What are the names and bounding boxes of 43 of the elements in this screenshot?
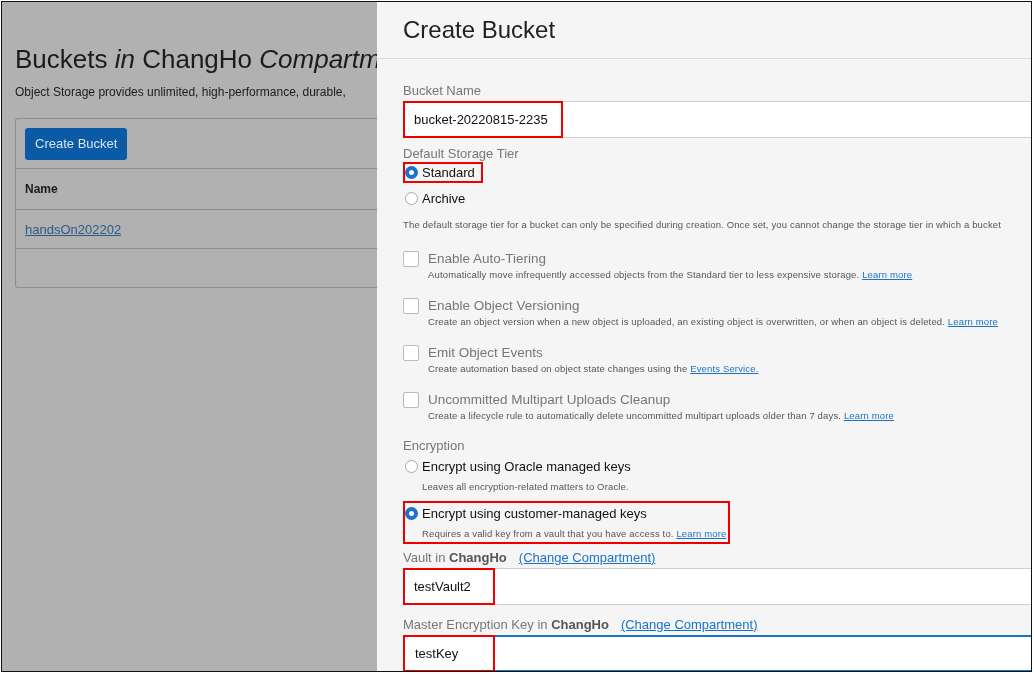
radio-icon — [405, 460, 418, 473]
checkbox-label: Emit Object Events — [428, 344, 544, 362]
radio-icon — [405, 507, 418, 520]
field-label: Master Encryption Key in ChangHo — [403, 617, 609, 632]
learn-more-link[interactable]: Learn more — [676, 528, 727, 539]
checkbox-label: Enable Auto-Tiering — [428, 250, 548, 268]
panel-title: Create Bucket — [403, 16, 557, 45]
option-description: Create an object version when a new object is uploaded, an existing object is overwritten, or when an object is deleted. Learn more — [428, 315, 998, 328]
radio-option[interactable]: Standard — [403, 162, 483, 183]
learn-more-link[interactable]: Learn more — [843, 410, 894, 421]
radio-icon — [405, 166, 418, 179]
create-bucket-button[interactable]: Create Bucket — [25, 128, 128, 160]
radio-option[interactable]: Encrypt using Oracle managed keys — [405, 458, 637, 475]
option-description: Create automation based on object state changes using the Events Service. — [428, 362, 759, 375]
page-title: Buckets in ChangHo Compartm — [15, 44, 377, 76]
checkbox[interactable] — [403, 392, 419, 408]
text-field[interactable]: testKey — [403, 635, 1031, 671]
option-description: Create a lifecycle rule to automatically delete uncommitted multipart uploads older than 7 days. Learn more — [428, 409, 894, 422]
option-description: Leaves all encryption-related matters to Oracle. — [421, 480, 630, 493]
change-compartment-link[interactable]: (Change Compartment) — [620, 617, 758, 632]
checkbox[interactable] — [403, 345, 419, 361]
learn-more-link[interactable]: Learn more — [947, 316, 998, 327]
field-label: Encryption — [403, 438, 466, 454]
bucket-link[interactable]: handsOn202202 — [25, 221, 122, 237]
learn-more-link[interactable]: Events Service. — [690, 363, 759, 374]
checkbox-label: Enable Object Versioning — [428, 297, 581, 315]
checkbox-label: Uncommitted Multipart Uploads Cleanup — [428, 391, 672, 409]
radio-icon — [405, 192, 418, 205]
checkbox[interactable] — [403, 298, 419, 314]
radio-option[interactable]: Archive — [403, 188, 474, 209]
help-text: The default storage tier for a bucket can only be specified during creation. Once set, you cannot change the storage tier in which a bucket — [403, 218, 1003, 231]
checkbox[interactable] — [403, 251, 419, 267]
learn-more-link[interactable]: Learn more — [862, 269, 913, 280]
page-description: Object Storage provides unlimited, high-performance, durable, — [15, 84, 347, 102]
text-field[interactable]: testVault2 — [403, 568, 1031, 605]
radio-option[interactable]: Encrypt using customer-managed keys — [405, 505, 653, 522]
option-description: Automatically move infrequently accessed objects from the Standard tier to less expensive storage. Learn more — [428, 268, 913, 281]
option-description: Requires a valid key from a vault that you have access to. Learn more — [421, 527, 727, 540]
text-field[interactable]: bucket-20220815-2235 — [403, 101, 1031, 138]
change-compartment-link[interactable]: (Change Compartment) — [518, 550, 656, 565]
field-label: Default Storage Tier — [403, 146, 520, 162]
field-label: Bucket Name — [403, 83, 483, 99]
field-label: Vault in ChangHo — [403, 550, 507, 565]
